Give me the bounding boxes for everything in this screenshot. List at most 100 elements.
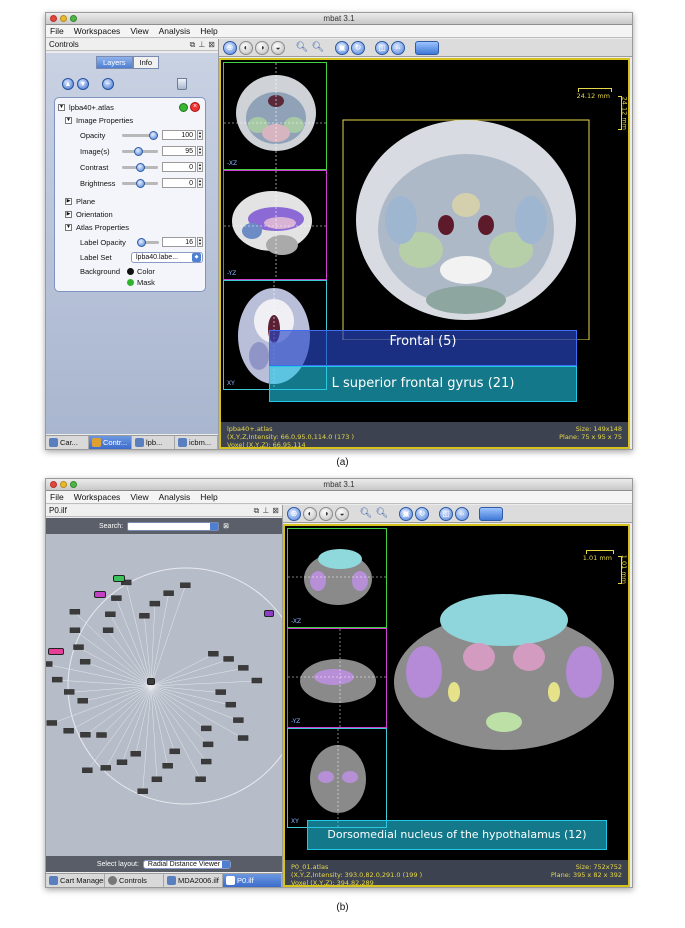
flip-icon[interactable]: ◫ (439, 506, 453, 521)
multi-view-icon[interactable]: ⊕ (287, 506, 301, 521)
compare-icon[interactable]: ⇔ (455, 506, 469, 521)
close-panel-icon[interactable]: ⊠ (208, 40, 215, 50)
stepper-icon[interactable]: ▲ ▼ (197, 178, 203, 188)
zoom-out-icon[interactable]: 🔍︎ (375, 507, 389, 521)
brightness-slider[interactable] (122, 178, 158, 188)
tab-controls[interactable]: Controls (105, 874, 164, 887)
thumb-axial[interactable]: XY (287, 728, 387, 828)
slider-knob[interactable] (137, 237, 146, 247)
visible-icon[interactable] (179, 102, 188, 112)
slider-knob[interactable] (148, 130, 158, 140)
collapse-icon[interactable]: ▼ (58, 103, 65, 111)
opacity-value[interactable]: 100 (162, 130, 196, 140)
thumb-coronal[interactable]: -XZ (287, 528, 387, 628)
layer-row[interactable]: ▼ lpba40+.atlas × (55, 100, 205, 114)
thumb-sagittal[interactable]: -YZ (287, 628, 387, 728)
images-slider[interactable] (122, 146, 158, 156)
plane-header[interactable]: ▶ Plane (55, 194, 205, 208)
multi-view-icon[interactable]: ⊕ (223, 40, 237, 55)
image-properties-header[interactable]: ▼ Image Properties (55, 113, 205, 127)
opacity-slider[interactable] (122, 130, 158, 140)
view-sagittal-icon[interactable]: ◒ (271, 40, 285, 55)
tab-layers[interactable]: Layers (96, 56, 133, 69)
layout-icon[interactable] (479, 506, 503, 521)
tab-mda2006[interactable]: MDA2006.ilf (164, 874, 223, 887)
images-value[interactable]: 95 (162, 146, 196, 156)
thumb-sagittal[interactable]: -YZ (223, 170, 327, 280)
menu-view[interactable]: View (130, 26, 148, 36)
reset-icon[interactable]: ↻ (415, 506, 429, 521)
menu-workspaces[interactable]: Workspaces (74, 492, 121, 502)
image-viewer[interactable]: -XZ -YZ XY 1.01 mm 1.01 mm Dorsomedial n… (283, 524, 630, 887)
thumb-coronal[interactable]: -XZ (223, 62, 327, 170)
menu-view[interactable]: View (130, 492, 148, 502)
dropdown-icon[interactable] (210, 522, 219, 530)
delete-layer-icon[interactable]: × (190, 102, 200, 112)
tab-icbm[interactable]: icbm... (175, 436, 218, 449)
contrast-slider[interactable] (122, 162, 158, 172)
zoom-in-icon[interactable]: 🔍︎ (359, 507, 373, 521)
radio-icon[interactable] (127, 267, 134, 275)
dropdown-icon[interactable]: ◆ (192, 252, 201, 262)
view-coronal-icon[interactable]: ◑ (319, 506, 333, 521)
tab-p0[interactable]: P0.ilf (223, 874, 282, 887)
remove-layer-icon[interactable]: − (102, 78, 114, 90)
fit-icon[interactable]: ▣ (335, 40, 349, 55)
contrast-value[interactable]: 0 (162, 162, 196, 172)
stepper-icon[interactable]: ▲ ▼ (197, 237, 203, 247)
stepper-icon[interactable]: ▲ ▼ (197, 162, 203, 172)
compare-icon[interactable]: ⇔ (391, 40, 405, 55)
label-opacity-slider[interactable] (137, 237, 159, 247)
collapse-icon[interactable]: ▼ (65, 116, 72, 124)
node-root[interactable] (147, 678, 155, 685)
collapse-icon[interactable]: ▼ (65, 223, 72, 231)
move-down-icon[interactable]: ▼ (77, 78, 89, 90)
node-highlight-magenta[interactable] (94, 591, 106, 598)
search-input[interactable] (127, 521, 220, 531)
zoom-out-icon[interactable]: 🔍︎ (311, 41, 325, 55)
tab-cart[interactable]: Car... (46, 436, 89, 449)
tab-lpba[interactable]: lpb... (132, 436, 175, 449)
graph-area[interactable]: Search: ⊠ Select layout: Radial Distance… (46, 518, 282, 872)
slider-knob[interactable] (136, 178, 145, 188)
flip-icon[interactable]: ◫ (375, 40, 389, 55)
label-opacity-value[interactable]: 16 (162, 237, 196, 247)
clear-search-icon[interactable]: ⊠ (223, 522, 229, 530)
move-up-icon[interactable]: ▲ (62, 78, 74, 90)
stepper-icon[interactable]: ▲ ▼ (197, 130, 203, 140)
view-axial-icon[interactable]: ◐ (239, 40, 253, 55)
menu-analysis[interactable]: Analysis (159, 492, 191, 502)
radial-graph[interactable] (46, 536, 282, 866)
view-sagittal-icon[interactable]: ◒ (335, 506, 349, 521)
orientation-header[interactable]: ▶ Orientation (55, 207, 205, 221)
node-highlight-purple[interactable] (264, 610, 274, 617)
label-set-select[interactable]: lpba40.labe... ◆ (131, 251, 203, 263)
pin-icon[interactable]: ⊥ (262, 506, 269, 516)
trash-icon[interactable] (177, 78, 187, 90)
menu-workspaces[interactable]: Workspaces (74, 26, 121, 36)
dropdown-icon[interactable] (222, 860, 231, 868)
detach-icon[interactable]: ⧉ (254, 506, 260, 516)
expand-icon[interactable]: ▶ (65, 197, 72, 205)
view-coronal-icon[interactable]: ◑ (255, 40, 269, 55)
detach-icon[interactable]: ⧉ (190, 40, 196, 50)
stepper-icon[interactable]: ▲ ▼ (197, 146, 203, 156)
atlas-properties-header[interactable]: ▼ Atlas Properties (55, 220, 205, 234)
tab-info[interactable]: Info (132, 56, 160, 69)
brightness-value[interactable]: 0 (162, 178, 196, 188)
view-axial-icon[interactable]: ◐ (303, 506, 317, 521)
reset-icon[interactable]: ↻ (351, 40, 365, 55)
layout-icon[interactable] (415, 40, 439, 55)
tab-cart-manager[interactable]: Cart Manager (46, 874, 105, 887)
image-viewer[interactable]: -XZ -YZ XY 24.12 mm 24.12 mm Frontal (5)… (219, 58, 630, 449)
close-panel-icon[interactable]: ⊠ (272, 506, 279, 516)
expand-icon[interactable]: ▶ (65, 210, 72, 218)
slider-knob[interactable] (134, 146, 144, 156)
radio-icon[interactable] (127, 278, 134, 286)
menu-file[interactable]: File (50, 26, 64, 36)
menu-help[interactable]: Help (200, 492, 217, 502)
fit-icon[interactable]: ▣ (399, 506, 413, 521)
pin-icon[interactable]: ⊥ (198, 40, 205, 50)
menu-file[interactable]: File (50, 492, 64, 502)
slider-knob[interactable] (136, 162, 145, 172)
